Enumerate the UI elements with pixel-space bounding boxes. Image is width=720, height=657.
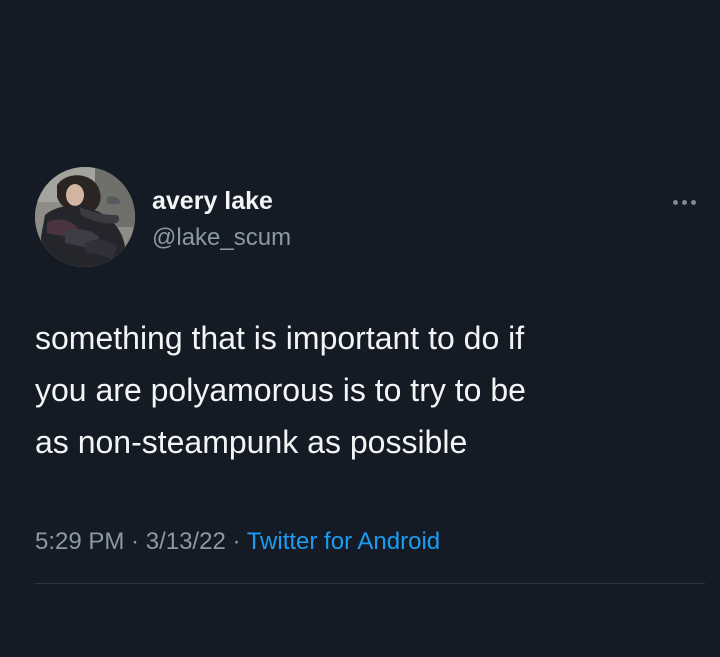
user-handle[interactable]: @lake_scum bbox=[152, 223, 291, 253]
more-horizontal-icon bbox=[672, 199, 678, 205]
tweet-text: something that is important to do if you… bbox=[35, 320, 526, 460]
separator: · bbox=[225, 528, 247, 555]
tweet-date[interactable]: 3/13/22 bbox=[146, 528, 226, 555]
tweet: avery lake @lake_scum something that is … bbox=[0, 0, 720, 657]
tweet-source-link[interactable]: Twitter for Android bbox=[247, 528, 440, 555]
tweet-metadata: 5:29 PM · 3/13/22 · Twitter for Android bbox=[35, 526, 440, 558]
separator: · bbox=[124, 528, 146, 555]
display-name[interactable]: avery lake bbox=[152, 186, 273, 216]
divider bbox=[35, 583, 705, 584]
more-horizontal-icon-dot bbox=[690, 199, 696, 205]
more-options-button[interactable] bbox=[664, 190, 704, 214]
tweet-time[interactable]: 5:29 PM bbox=[35, 528, 124, 555]
avatar[interactable] bbox=[35, 167, 135, 267]
more-horizontal-icon-dot bbox=[681, 199, 687, 205]
profile-photo-icon bbox=[35, 167, 135, 267]
